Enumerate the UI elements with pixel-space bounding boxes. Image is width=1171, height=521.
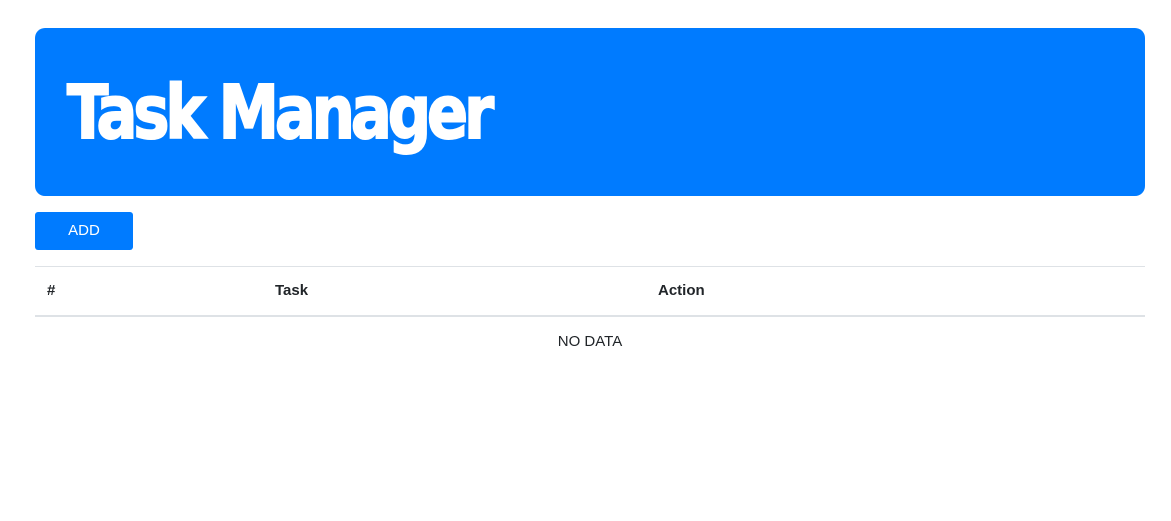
empty-row: NO DATA (35, 316, 1145, 367)
task-table: # Task Action NO DATA (35, 266, 1145, 367)
table-header: # Task Action (35, 266, 1145, 317)
table-header-row: # Task Action (35, 266, 1145, 317)
add-task-button[interactable]: ADD TASK (35, 212, 133, 277)
empty-message: NO DATA (557, 333, 623, 350)
header-banner: Task Manager (35, 28, 1145, 196)
column-header-action: Action (646, 266, 1145, 317)
table-body: NO DATA (35, 316, 1145, 367)
column-header-number: # (35, 266, 263, 317)
app-container: Task Manager ADD TASK # Task Action NO D… (35, 28, 1145, 350)
column-header-task: Task (263, 266, 646, 317)
page-title: Task Manager (66, 70, 495, 156)
